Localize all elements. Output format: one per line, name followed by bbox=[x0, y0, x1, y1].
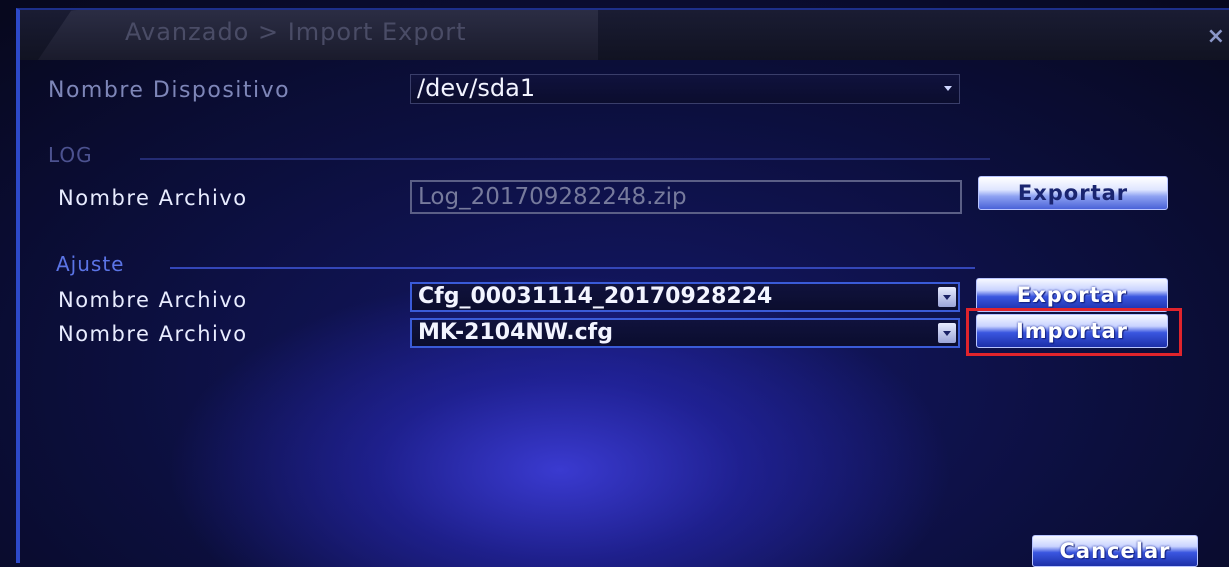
cfg-import-file-select[interactable]: MK-2104NW.cfg bbox=[410, 318, 960, 348]
chevron-down-icon[interactable] bbox=[938, 287, 956, 307]
window-title: Avanzado > Import Export bbox=[125, 18, 467, 46]
dvr-screen: Avanzado > Import Export × Nombre Dispos… bbox=[0, 0, 1229, 567]
log-file-label: Nombre Archivo bbox=[58, 186, 248, 210]
device-label: Nombre Dispositivo bbox=[48, 78, 291, 103]
cfg-export-button[interactable]: Exportar bbox=[976, 278, 1168, 312]
cfg-export-file-label: Nombre Archivo bbox=[58, 288, 248, 312]
ajuste-section-divider bbox=[170, 267, 975, 269]
device-select[interactable]: /dev/sda1 bbox=[410, 74, 960, 104]
chevron-down-icon[interactable] bbox=[939, 78, 957, 98]
cfg-import-file-label: Nombre Archivo bbox=[58, 322, 248, 346]
cfg-export-file-select[interactable]: Cfg_00031114_20170928224 bbox=[410, 282, 960, 312]
cfg-import-file-value: MK-2104NW.cfg bbox=[418, 320, 613, 345]
import-highlight-box bbox=[966, 308, 1182, 356]
chevron-down-icon[interactable] bbox=[938, 323, 956, 343]
title-bar: Avanzado > Import Export × bbox=[20, 10, 1229, 60]
log-file-field: Log_201709282248.zip bbox=[410, 180, 962, 214]
log-export-button[interactable]: Exportar bbox=[978, 176, 1168, 210]
log-section-title: LOG bbox=[48, 143, 93, 167]
cfg-export-file-value: Cfg_00031114_20170928224 bbox=[418, 284, 773, 309]
device-value: /dev/sda1 bbox=[417, 74, 536, 102]
cancel-button[interactable]: Cancelar bbox=[1032, 535, 1198, 567]
ajuste-section-title: Ajuste bbox=[56, 252, 125, 276]
log-section-divider bbox=[140, 158, 990, 160]
close-icon[interactable]: × bbox=[1207, 24, 1225, 49]
